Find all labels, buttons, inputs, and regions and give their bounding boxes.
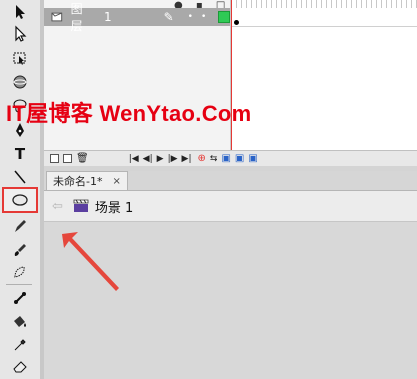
loop-icon[interactable]: ⇆ bbox=[210, 154, 218, 164]
visibility-dot[interactable]: • bbox=[188, 12, 193, 22]
edit-multiple-icon[interactable]: ▣ bbox=[248, 153, 257, 164]
trash-icon[interactable]: 🗑 bbox=[76, 153, 89, 164]
eyedropper-icon[interactable] bbox=[10, 334, 30, 354]
document-tab[interactable]: 未命名-1* × bbox=[46, 171, 128, 190]
3d-rotation-icon[interactable] bbox=[10, 72, 30, 92]
deco-icon[interactable] bbox=[10, 262, 30, 282]
center-frame-icon[interactable]: ⊕ bbox=[198, 153, 206, 164]
line-icon[interactable] bbox=[10, 167, 30, 187]
paint-bucket-icon[interactable] bbox=[10, 312, 30, 332]
edit-bar: ⇦ 场景 1 bbox=[44, 191, 417, 222]
close-icon[interactable]: × bbox=[112, 176, 120, 187]
tools-panel: T bbox=[0, 0, 41, 379]
document-tab-bar: 未命名-1* × bbox=[44, 171, 417, 191]
new-folder-icon[interactable] bbox=[63, 154, 72, 163]
new-layer-icon[interactable] bbox=[50, 154, 59, 163]
first-frame-icon[interactable]: |◀ bbox=[129, 154, 139, 164]
next-frame-icon[interactable]: |▶ bbox=[168, 154, 178, 164]
pencil-icon[interactable] bbox=[10, 216, 30, 236]
onion-skin-icon[interactable]: ▣ bbox=[221, 153, 230, 164]
free-transform-icon[interactable] bbox=[10, 48, 30, 68]
eraser-icon[interactable] bbox=[10, 356, 30, 376]
layer-number: 1 bbox=[103, 10, 112, 24]
frame-ruler[interactable] bbox=[231, 0, 417, 8]
frame-area[interactable] bbox=[231, 0, 417, 150]
back-arrow-icon[interactable]: ⇦ bbox=[52, 199, 63, 214]
bone-icon[interactable] bbox=[10, 288, 30, 308]
last-frame-icon[interactable]: ▶| bbox=[182, 154, 192, 164]
subselection-icon[interactable] bbox=[10, 24, 30, 44]
layer-page-icon bbox=[51, 12, 63, 22]
prev-frame-icon[interactable]: ◀| bbox=[143, 154, 153, 164]
clapperboard-icon bbox=[73, 199, 89, 212]
layer-name: 图层 bbox=[70, 2, 83, 33]
play-icon[interactable]: ▶ bbox=[157, 154, 164, 164]
timeline-footer: 🗑 |◀ ◀| ▶ |▶ ▶| ⊕ ⇆ ▣ ▣ ▣ bbox=[44, 150, 417, 166]
stage-area[interactable] bbox=[44, 222, 417, 379]
pencil-edit-icon: ✎ bbox=[163, 10, 174, 24]
layer-row[interactable]: 图层 1 ✎ • • bbox=[44, 2, 230, 33]
watermark-text: IT屋博客 WenYtao.Com bbox=[6, 101, 252, 126]
annotation-arrow bbox=[62, 232, 119, 291]
onion-outline-icon[interactable]: ▣ bbox=[235, 153, 244, 164]
text-icon[interactable]: T bbox=[10, 144, 30, 164]
document-tab-title: 未命名-1* bbox=[53, 175, 103, 188]
timeline-panel: ● ▪ □ 图层 1 ✎ • • 🗑 |◀ ◀| ▶ |▶ ▶| ⊕ ⇆ ▣ ▣… bbox=[44, 0, 417, 166]
brush-icon[interactable] bbox=[10, 240, 30, 260]
layer-outline-color[interactable] bbox=[218, 11, 230, 23]
selection-arrow-icon[interactable] bbox=[10, 2, 30, 22]
lock-dot[interactable]: • bbox=[201, 12, 206, 22]
scene-label[interactable]: 场景 1 bbox=[95, 197, 133, 216]
keyframe-marker[interactable] bbox=[234, 20, 239, 25]
oval-icon[interactable] bbox=[10, 190, 30, 210]
